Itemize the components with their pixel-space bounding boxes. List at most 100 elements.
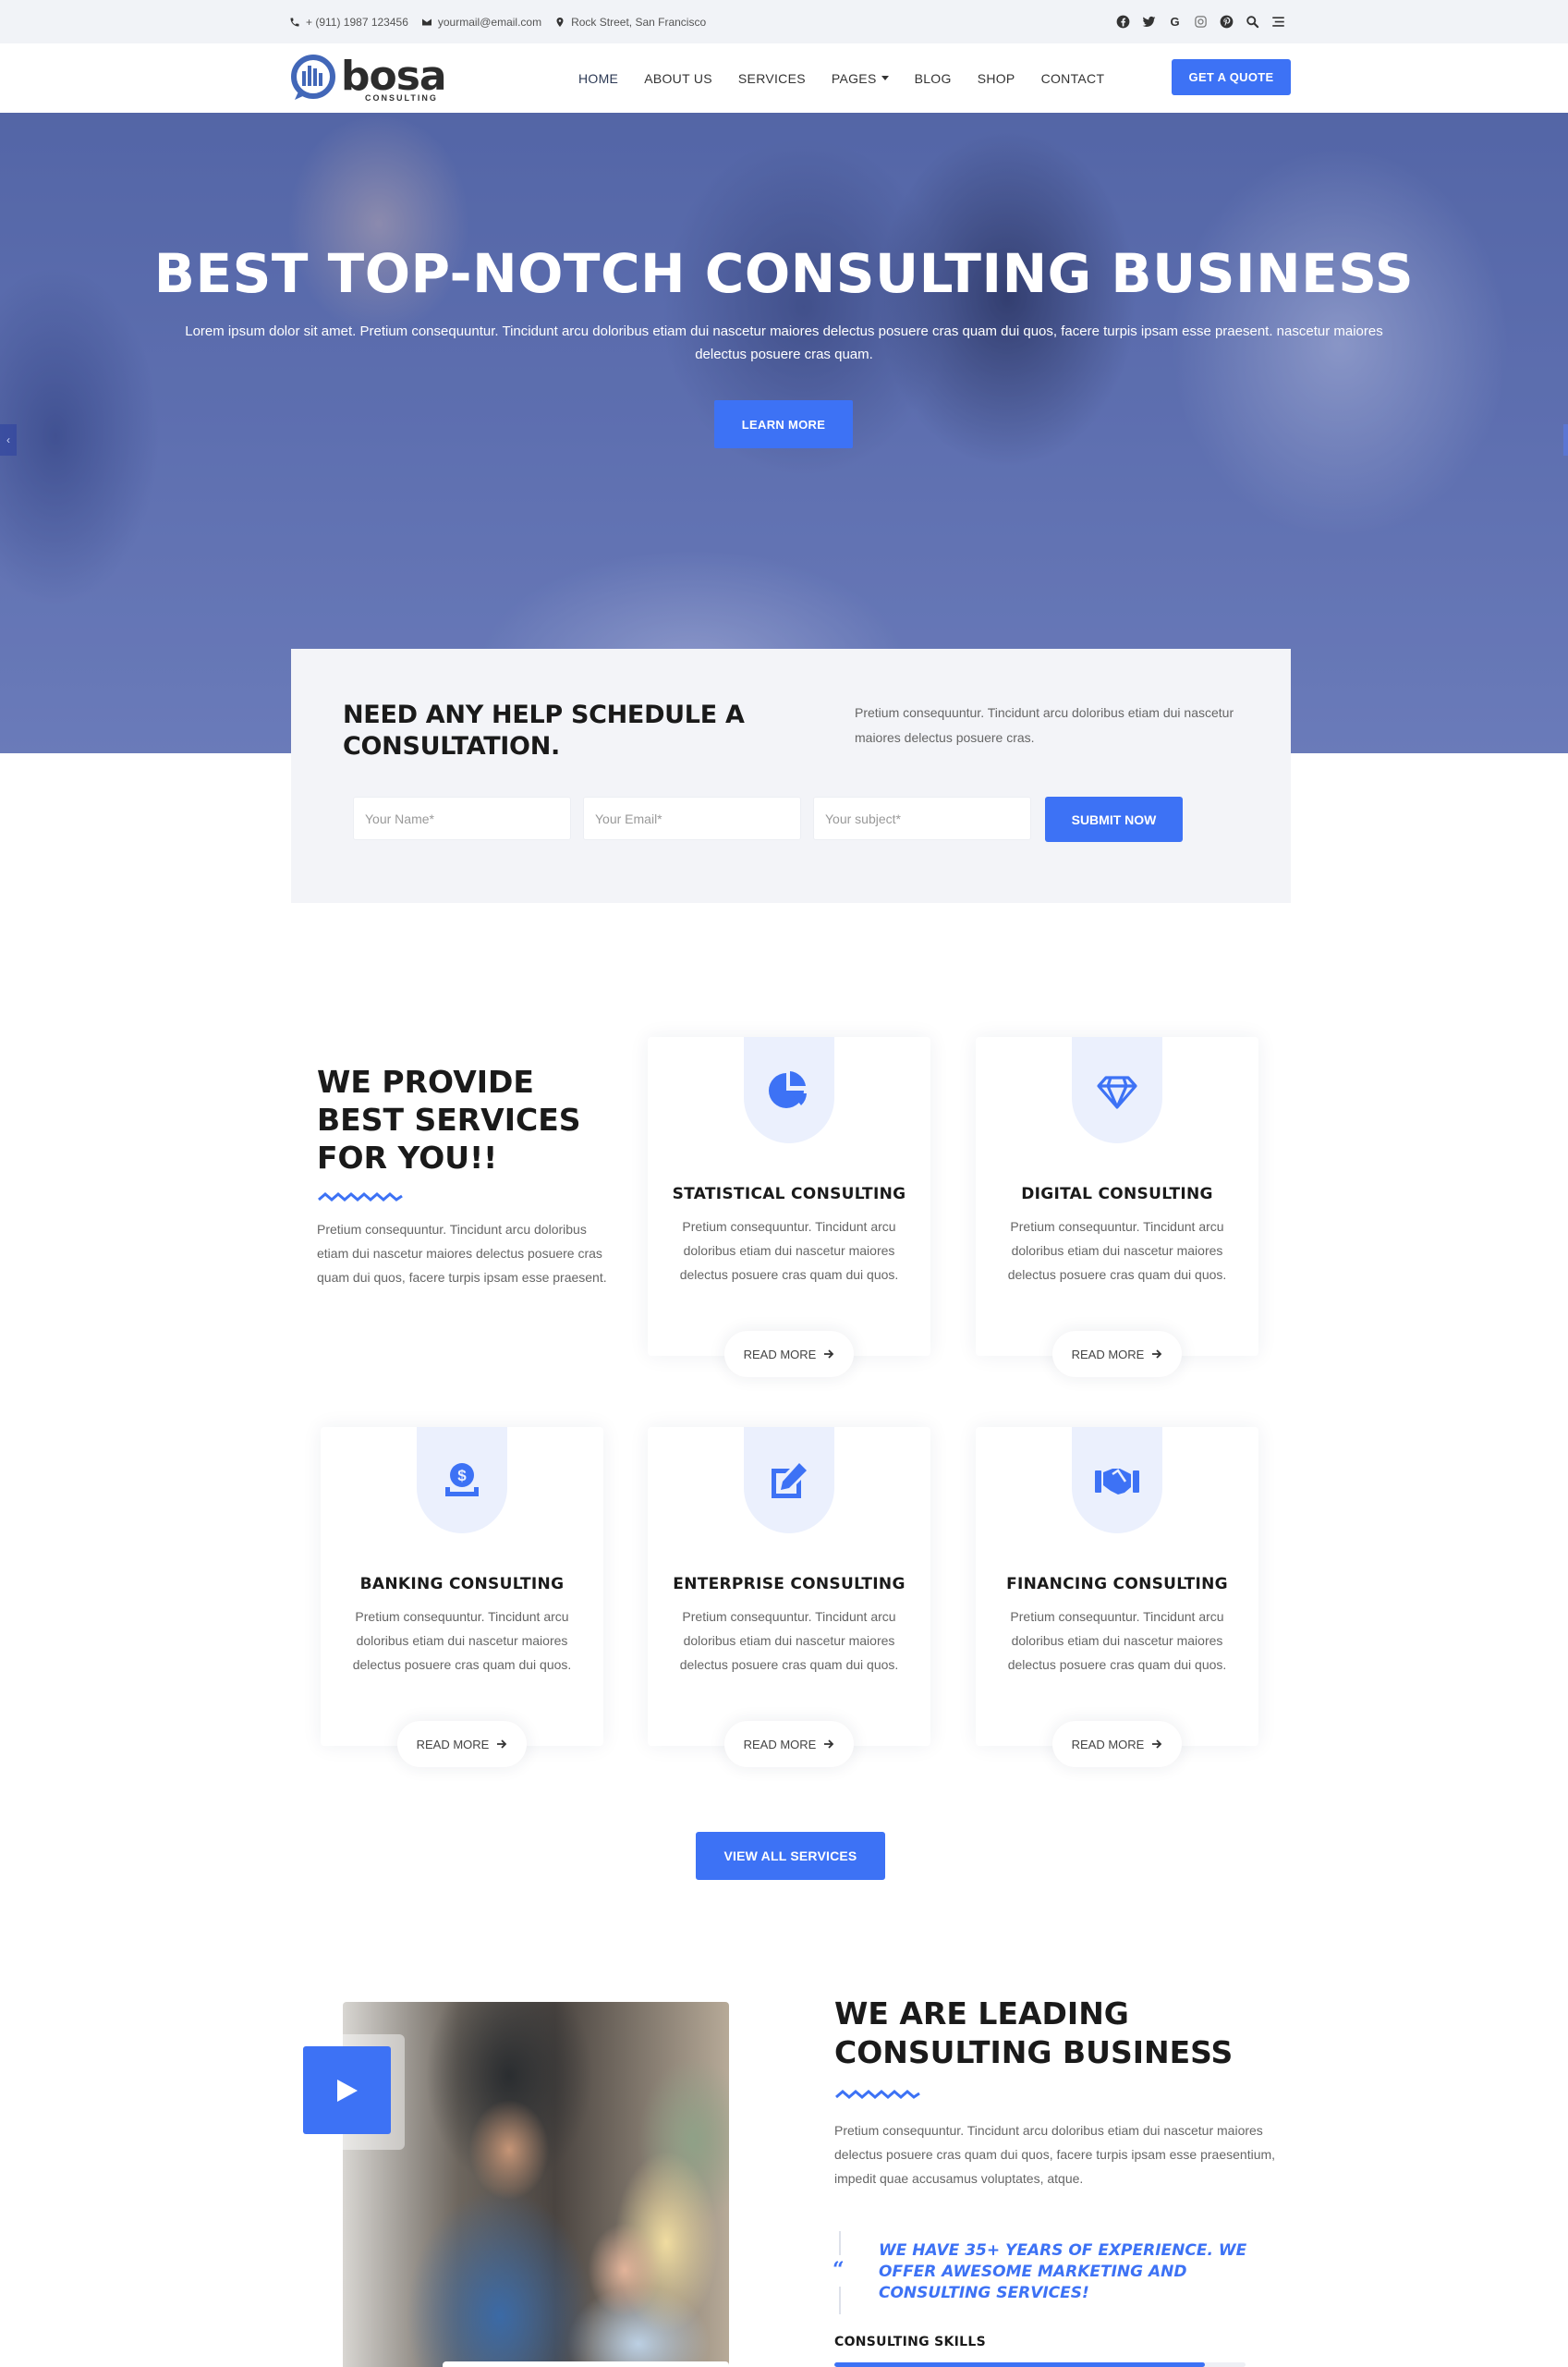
squiggle-divider-icon (835, 2090, 920, 2099)
photo-overlay-strip (443, 2361, 729, 2367)
map-pin-icon (556, 17, 564, 27)
nav-blog-label: BLOG (914, 70, 952, 86)
logo[interactable]: bosa CONSULTING (289, 53, 447, 104)
about-content: WE ARE LEADING CONSULTING BUSINESS Preti… (833, 1995, 1278, 2349)
nav-menu: HOME ABOUT US SERVICES PAGES BLOG SHOP C… (578, 43, 1130, 113)
menu-icon[interactable] (1271, 15, 1285, 29)
service-card-text: Pretium consequuntur. Tincidunt arcu dol… (1007, 1219, 1227, 1282)
handshake-icon (1095, 1468, 1139, 1495)
service-card-enterprise: ENTERPRISE CONSULTING Pretium consequunt… (648, 1427, 930, 1767)
experience-quote: “ WE HAVE 35+ YEARS OF EXPERIENCE. WE OF… (833, 2231, 1278, 2316)
quote-line-top (839, 2231, 841, 2255)
read-more-label: READ MORE (743, 1347, 817, 1361)
get-a-quote-button[interactable]: GET A QUOTE (1172, 59, 1291, 95)
consulting-skills-progress (834, 2362, 1246, 2367)
service-icon-badge (744, 1037, 834, 1143)
nav-about-label: ABOUT US (644, 70, 712, 86)
arrow-right-icon (497, 1739, 507, 1749)
arrow-right-icon (824, 1349, 834, 1359)
arrow-right-icon (824, 1739, 834, 1749)
consultation-form-section: NEED ANY HELP SCHEDULE A CONSULTATION. P… (291, 649, 1291, 903)
service-card-banking: $ BANKING CONSULTING Pretium consequuntu… (321, 1427, 603, 1767)
nav-pages-dropdown[interactable]: PAGES (832, 71, 889, 86)
skills-label: CONSULTING SKILLS (834, 2335, 986, 2349)
hero-title: BEST TOP-NOTCH CONSULTING BUSINESS (153, 242, 1415, 305)
nav-home-label: HOME (578, 70, 619, 86)
service-card-text: Pretium consequuntur. Tincidunt arcu dol… (679, 1219, 899, 1282)
google-icon[interactable]: G (1168, 15, 1182, 29)
search-icon[interactable] (1246, 15, 1259, 29)
logo-tagline: CONSULTING (365, 93, 438, 103)
service-icon-badge (1072, 1037, 1162, 1143)
read-more-label: READ MORE (1071, 1737, 1145, 1751)
play-icon (336, 2079, 358, 2102)
about-title: WE ARE LEADING CONSULTING BUSINESS (834, 1995, 1234, 2070)
nav-shop-label: SHOP (977, 70, 1015, 86)
services-description: Pretium consequuntur. Tincidunt arcu dol… (317, 1222, 607, 1285)
nav-blog[interactable]: BLOG (915, 71, 952, 86)
instagram-icon[interactable] (1194, 15, 1208, 29)
read-more-button[interactable]: READ MORE (397, 1721, 527, 1767)
chevron-left-icon: ‹ (6, 433, 10, 446)
caret-down-icon (881, 76, 889, 80)
contact-info: + (911) 1987 123456 yourmail@email.com R… (289, 0, 706, 43)
service-card-title: FINANCING CONSULTING (1006, 1575, 1228, 1593)
submit-now-button[interactable]: SUBMIT NOW (1045, 797, 1183, 842)
service-card-financing: FINANCING CONSULTING Pretium consequuntu… (976, 1427, 1258, 1767)
slider-next-arrow[interactable] (1563, 424, 1568, 456)
read-more-button[interactable]: READ MORE (1052, 1721, 1182, 1767)
top-bar: + (911) 1987 123456 yourmail@email.com R… (0, 0, 1568, 43)
service-icon-badge (1072, 1427, 1162, 1533)
quote-line-bottom (839, 2287, 841, 2314)
quote-text: WE HAVE 35+ YEARS OF EXPERIENCE. WE OFFE… (879, 2241, 1247, 2302)
read-more-label: READ MORE (1071, 1347, 1145, 1361)
subject-input[interactable] (813, 797, 1031, 840)
hero-subtitle: Lorem ipsum dolor sit amet. Pretium cons… (185, 323, 1383, 362)
nav-home[interactable]: HOME (578, 71, 618, 86)
service-card-title: ENTERPRISE CONSULTING (673, 1575, 906, 1593)
twitter-icon[interactable] (1142, 15, 1156, 29)
read-more-button[interactable]: READ MORE (1052, 1331, 1182, 1377)
service-card-text: Pretium consequuntur. Tincidunt arcu dol… (679, 1609, 899, 1672)
service-card-statistical: STATISTICAL CONSULTING Pretium consequun… (648, 1037, 930, 1377)
consultation-description: Pretium consequuntur. Tincidunt arcu dol… (855, 705, 1234, 745)
learn-more-button[interactable]: LEARN MORE (714, 400, 853, 448)
nav-services-label: SERVICES (737, 70, 806, 86)
read-more-button[interactable]: READ MORE (724, 1721, 854, 1767)
pie-chart-icon (769, 1070, 807, 1108)
email-item[interactable]: yourmail@email.com (421, 16, 541, 29)
pinterest-icon[interactable] (1220, 15, 1234, 29)
quote-mark-icon: “ (833, 2258, 845, 2282)
phone-number: + (911) 1987 123456 (306, 15, 408, 29)
read-more-button[interactable]: READ MORE (724, 1331, 854, 1377)
name-input[interactable] (353, 797, 571, 840)
social-links: G (1116, 0, 1285, 43)
service-card-title: STATISTICAL CONSULTING (672, 1185, 906, 1203)
service-icon-badge (744, 1427, 834, 1533)
email-address: yourmail@email.com (437, 15, 542, 29)
nav-contact[interactable]: CONTACT (1041, 71, 1105, 86)
service-icon-badge: $ (417, 1427, 507, 1533)
service-card-text: Pretium consequuntur. Tincidunt arcu dol… (352, 1609, 572, 1672)
address-text: Rock Street, San Francisco (571, 15, 707, 29)
squiggle-divider-icon (318, 1192, 403, 1202)
main-navbar: bosa CONSULTING HOME ABOUT US SERVICES P… (0, 43, 1568, 113)
video-play-button[interactable] (303, 2046, 391, 2134)
arrow-right-icon (1152, 1739, 1162, 1749)
phone-icon (290, 18, 299, 26)
nav-services[interactable]: SERVICES (738, 71, 806, 86)
envelope-icon (421, 18, 432, 25)
service-card-title: BANKING CONSULTING (359, 1575, 565, 1593)
email-input[interactable] (583, 797, 801, 840)
nav-about-us[interactable]: ABOUT US (644, 71, 712, 86)
edit-icon (772, 1462, 807, 1498)
facebook-icon[interactable] (1116, 15, 1130, 29)
slider-prev-arrow[interactable]: ‹ (0, 424, 17, 456)
nav-shop[interactable]: SHOP (978, 71, 1015, 86)
service-card-text: Pretium consequuntur. Tincidunt arcu dol… (1007, 1609, 1227, 1672)
read-more-label: READ MORE (743, 1737, 817, 1751)
phone-item[interactable]: + (911) 1987 123456 (289, 16, 408, 29)
svg-text:$: $ (457, 1467, 467, 1484)
dollar-deposit-icon: $ (445, 1462, 479, 1496)
view-all-services-button[interactable]: VIEW ALL SERVICES (696, 1832, 885, 1880)
